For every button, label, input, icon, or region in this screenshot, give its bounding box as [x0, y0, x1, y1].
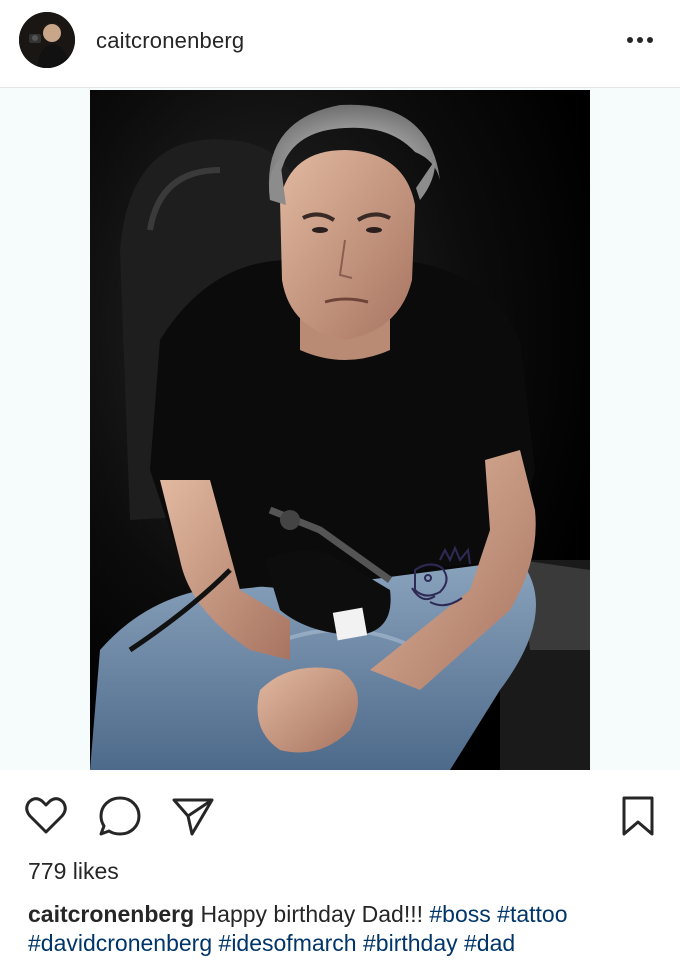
bookmark-icon[interactable] [614, 792, 662, 840]
post-caption: caitcronenberg Happy birthday Dad!!! #bo… [28, 900, 668, 958]
post-media-frame [0, 88, 680, 770]
hashtag[interactable]: #idesofmarch [219, 930, 357, 956]
profile-avatar[interactable] [19, 12, 75, 68]
caption-username[interactable]: caitcronenberg [28, 901, 194, 927]
hashtag[interactable]: #birthday [363, 930, 458, 956]
post-actions [0, 770, 680, 860]
likes-count[interactable]: 779 likes [28, 858, 119, 885]
post-header: caitcronenberg [0, 0, 680, 88]
portrait-image [90, 90, 590, 770]
heart-icon[interactable] [22, 792, 70, 840]
comment-icon[interactable] [96, 792, 144, 840]
post-username[interactable]: caitcronenberg [96, 28, 244, 54]
hashtag[interactable]: #boss [429, 901, 490, 927]
send-icon[interactable] [168, 792, 216, 840]
more-horizontal-icon[interactable] [624, 30, 658, 50]
hashtag[interactable]: #davidcronenberg [28, 930, 212, 956]
hashtag[interactable]: #dad [464, 930, 515, 956]
hashtag[interactable]: #tattoo [497, 901, 567, 927]
avatar-image [19, 12, 75, 68]
instagram-post: caitcronenberg 779 likes caitcronenberg … [0, 0, 680, 960]
post-photo[interactable] [90, 90, 590, 770]
caption-text: Happy birthday Dad!!! [200, 901, 423, 927]
